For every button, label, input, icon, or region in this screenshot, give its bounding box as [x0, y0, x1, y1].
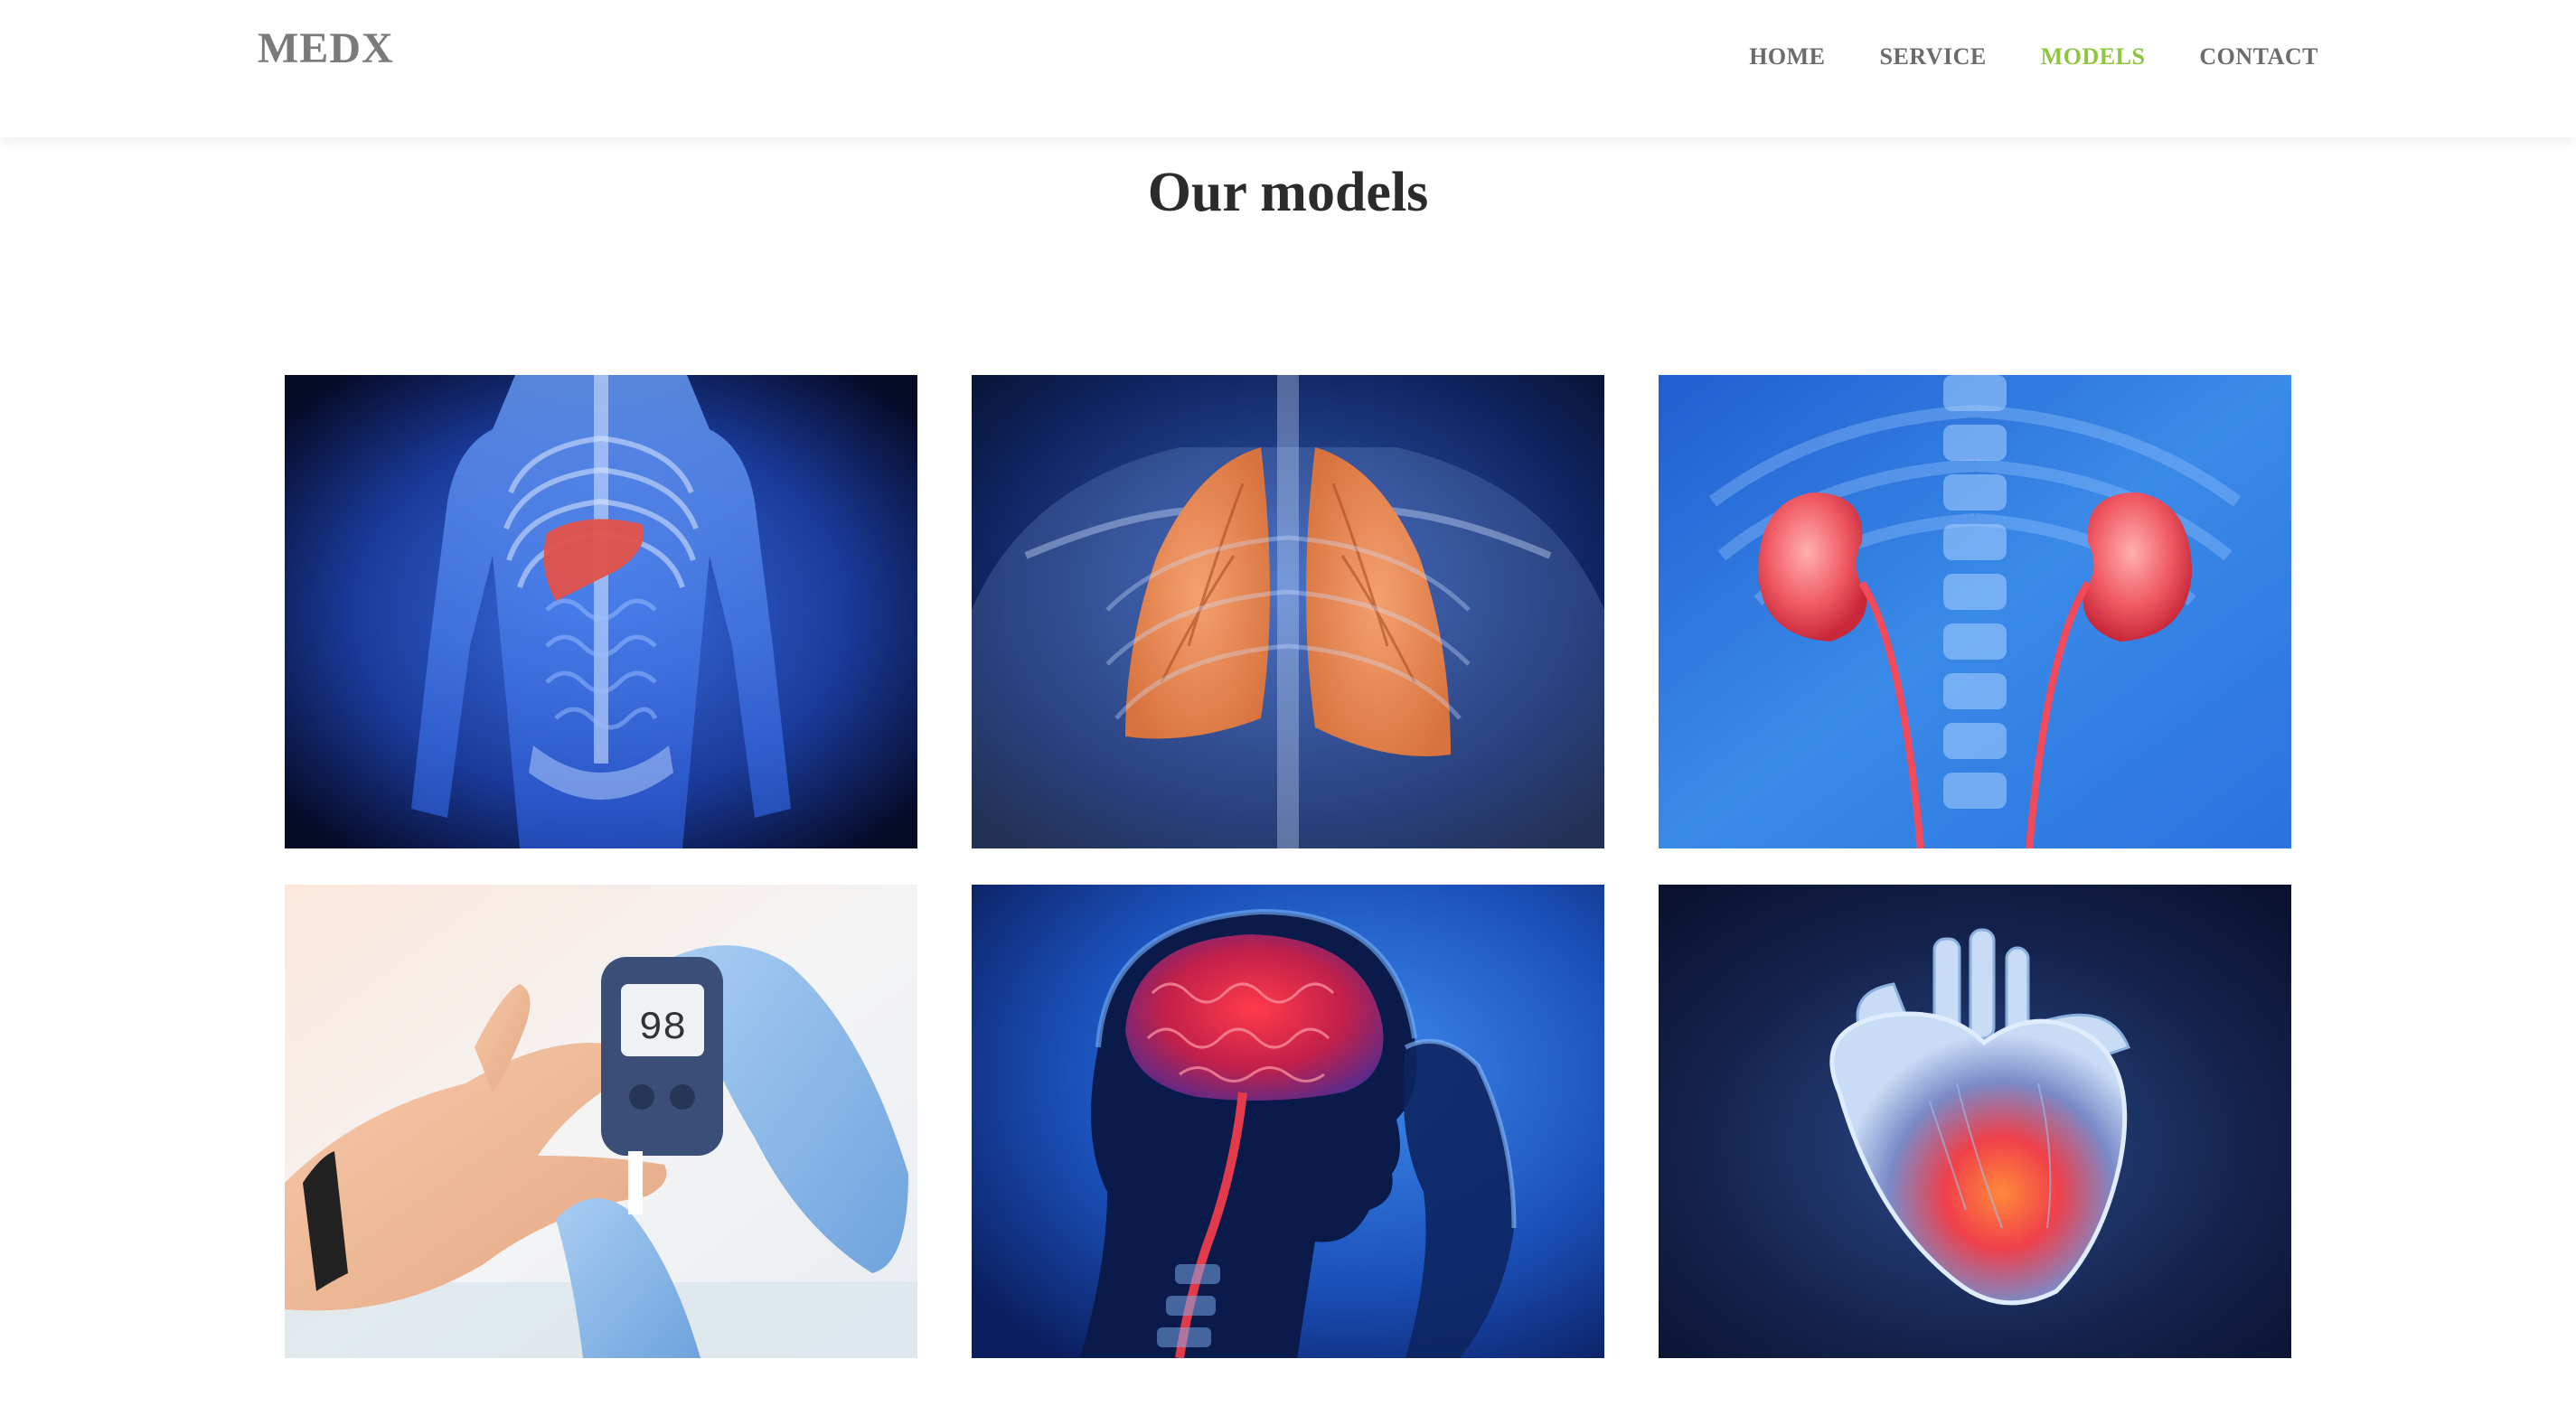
nav-service[interactable]: SERVICE [1880, 43, 1987, 70]
model-card-brain[interactable] [972, 885, 1604, 1358]
glucose-meter-illustration: 98 [285, 885, 917, 1358]
nav-home[interactable]: HOME [1749, 43, 1825, 70]
brain-illustration [972, 885, 1604, 1358]
model-card-liver[interactable] [285, 375, 917, 848]
lungs-illustration [972, 375, 1604, 848]
site-logo[interactable]: MEDX [258, 23, 394, 73]
kidneys-illustration [1659, 375, 2291, 848]
model-card-kidneys[interactable] [1659, 375, 2291, 848]
model-card-diabetes[interactable]: 98 [285, 885, 917, 1358]
heart-illustration [1659, 885, 2291, 1358]
nav-models[interactable]: MODELS [2041, 43, 2146, 70]
site-header: MEDX HOME SERVICE MODELS CONTACT [0, 0, 2576, 137]
page-title: Our models [1147, 162, 1429, 223]
model-card-lungs[interactable] [972, 375, 1604, 848]
main-nav: HOME SERVICE MODELS CONTACT [1749, 43, 2318, 70]
model-card-heart[interactable] [1659, 885, 2291, 1358]
nav-contact[interactable]: CONTACT [2199, 43, 2318, 70]
liver-illustration [285, 375, 917, 848]
meter-reading: 98 [639, 1006, 687, 1051]
models-grid: 98 [285, 375, 2292, 1358]
